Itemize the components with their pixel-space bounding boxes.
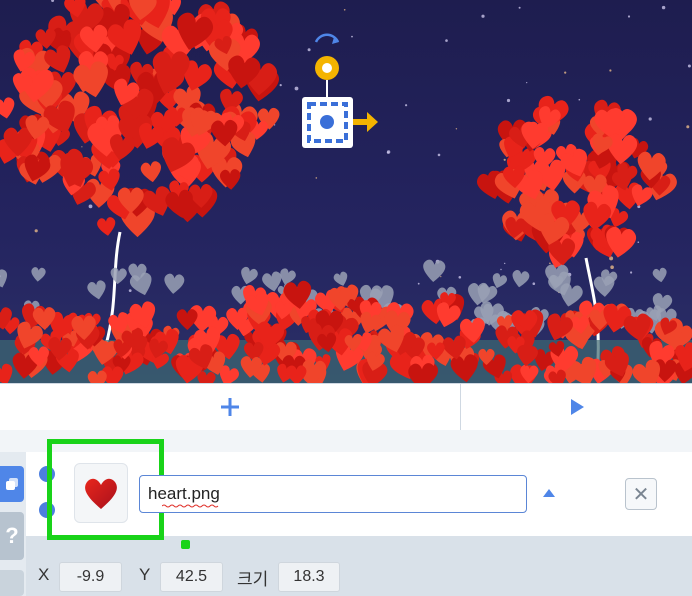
size-value-field[interactable]: 18.3 bbox=[278, 562, 340, 592]
plus-icon bbox=[220, 398, 239, 416]
x-value-field[interactable]: -9.9 bbox=[59, 562, 122, 592]
stage-canvas[interactable] bbox=[0, 0, 692, 383]
delete-sprite-button[interactable]: ✕ bbox=[625, 478, 657, 510]
size-label: 크기 bbox=[237, 570, 269, 589]
copy-icon bbox=[6, 478, 18, 490]
play-icon bbox=[571, 399, 584, 415]
heart-ground bbox=[0, 279, 692, 383]
play-button[interactable] bbox=[460, 384, 692, 430]
stage-scene bbox=[0, 0, 692, 383]
spellcheck-underline bbox=[162, 504, 219, 508]
collapse-arrow-icon[interactable] bbox=[543, 489, 555, 497]
x-label: X bbox=[38, 565, 50, 584]
y-label: Y bbox=[139, 565, 151, 584]
sprite-props-row bbox=[26, 536, 692, 596]
tab-extra[interactable] bbox=[0, 570, 24, 596]
highlight-marker bbox=[181, 540, 190, 549]
y-value-field[interactable]: 42.5 bbox=[160, 562, 223, 592]
stage-control-bar bbox=[0, 383, 692, 431]
stage-sprite[interactable] bbox=[302, 33, 378, 148]
add-button[interactable] bbox=[0, 384, 459, 430]
tab-help[interactable]: ? bbox=[0, 512, 24, 560]
tab-sprites[interactable] bbox=[0, 466, 24, 502]
direction-arrow-icon[interactable] bbox=[353, 112, 378, 132]
